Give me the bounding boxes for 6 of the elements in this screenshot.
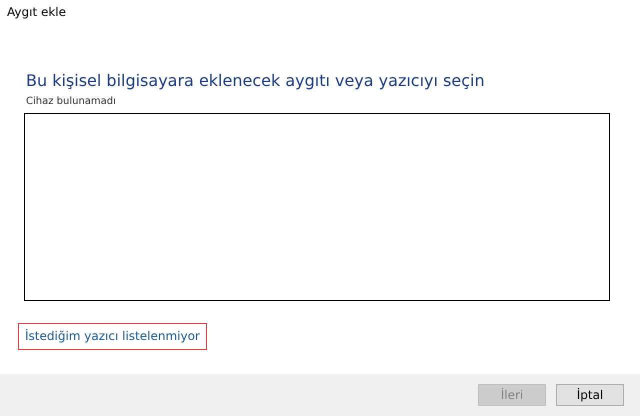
status-text: Cihaz bulunamadı xyxy=(26,96,117,107)
device-list[interactable] xyxy=(24,113,610,301)
window-title: Aygıt ekle xyxy=(6,4,68,21)
printer-not-listed-link[interactable]: İstediğim yazıcı listelenmiyor xyxy=(18,323,207,350)
cancel-button[interactable]: İptal xyxy=(556,384,624,406)
heading: Bu kişisel bilgisayara eklenecek aygıtı veya yazıcıyı seçin xyxy=(26,71,486,90)
